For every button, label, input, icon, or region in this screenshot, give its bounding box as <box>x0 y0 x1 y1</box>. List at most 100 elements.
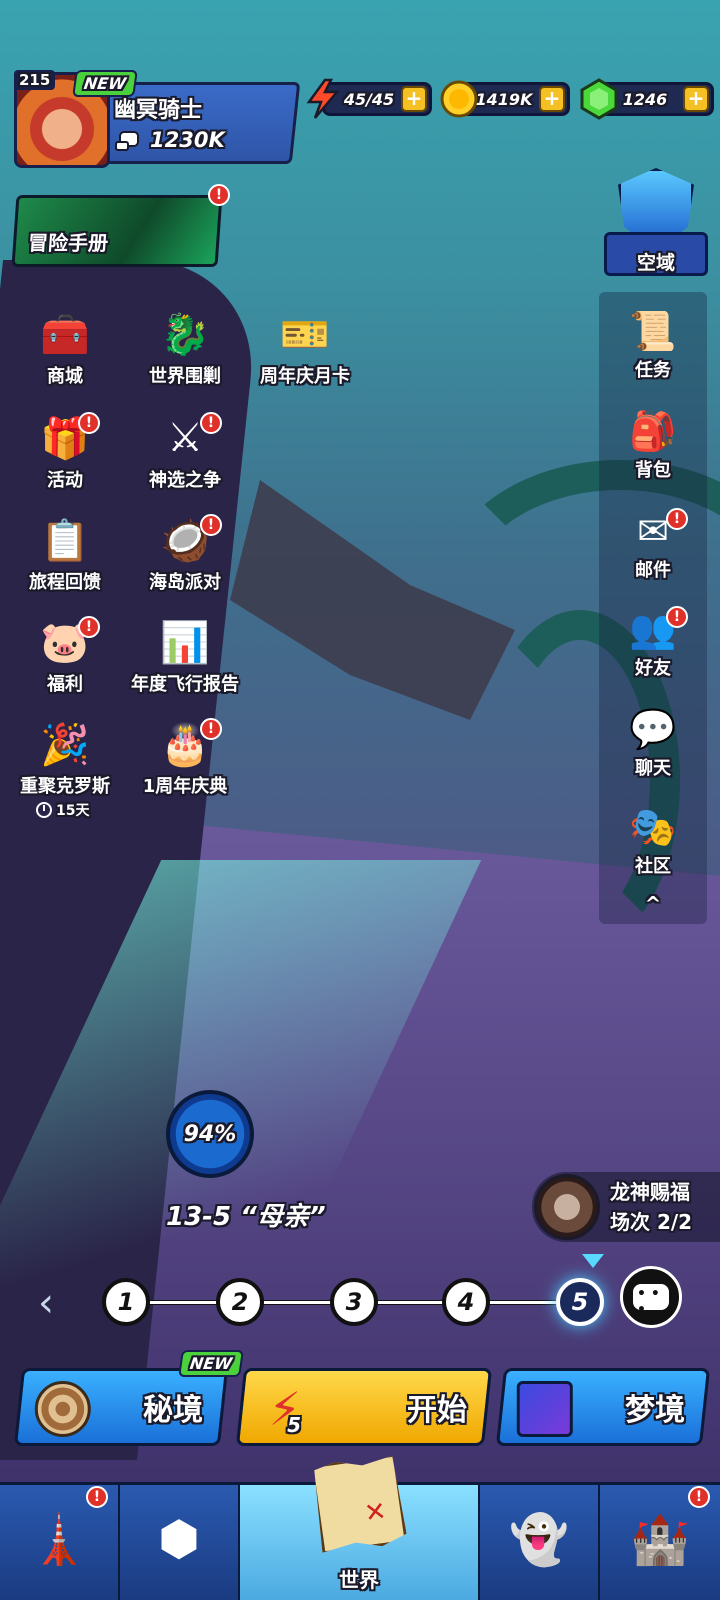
stage-stepper: 1 2 3 4 5 <box>100 1276 620 1328</box>
add-gold-button[interactable]: + <box>539 86 565 112</box>
nav-tab-world[interactable]: 世界 <box>240 1485 480 1600</box>
feature-journey-rewards[interactable]: 📋 旅程回馈 <box>0 512 130 602</box>
lightning-icon <box>302 78 344 120</box>
player-name: 幽冥骑士 <box>114 98 203 123</box>
alert-dot: ! <box>86 1486 108 1508</box>
stage-step[interactable]: 2 <box>216 1278 264 1326</box>
feature-annual-flight-report[interactable]: 📊 年度飞行报告 <box>120 614 250 704</box>
feature-events[interactable]: 🎁 活动 <box>0 410 130 500</box>
nav-tab-guild[interactable]: ⬢ <box>120 1485 240 1600</box>
feature-anniversary-monthly-card[interactable]: 🎫 周年庆月卡 <box>240 306 370 396</box>
energy-cost: 5 <box>287 1413 302 1437</box>
feature-reunion-cross[interactable]: 🎉 重聚克罗斯 <box>0 716 130 806</box>
feature-label: 福利 <box>47 674 83 695</box>
sidebar-item-label: 背包 <box>635 460 671 481</box>
sidebar-item-label: 邮件 <box>635 560 671 581</box>
chevron-left-icon[interactable]: ‹ <box>38 1283 60 1323</box>
feature-label: 旅程回馈 <box>29 572 101 593</box>
player-profile[interactable]: 215 NEW 幽冥骑士 1230K <box>14 70 301 168</box>
community-icon: 🎭 <box>629 804 677 849</box>
sidebar-item-chat[interactable]: 💬 聊天 <box>599 700 707 790</box>
add-gems-button[interactable]: + <box>683 86 709 112</box>
cards-icon <box>516 1381 573 1437</box>
alert-dot: ! <box>666 606 688 628</box>
feature-chosen-battle[interactable]: ⚔ 神选之争 <box>120 410 250 500</box>
report-icon: 📊 <box>160 619 210 666</box>
alert-dot: ! <box>688 1486 710 1508</box>
sky-zone-button[interactable]: 空域 <box>604 168 708 280</box>
heroes-icon: 👻 <box>509 1511 569 1568</box>
start-label: 开始 <box>407 1393 467 1428</box>
sidebar-item-friends[interactable]: 👥 好友 <box>599 600 707 690</box>
add-energy-button[interactable]: + <box>401 86 427 112</box>
sidebar-item-label: 任务 <box>635 360 671 381</box>
stage-step-active[interactable]: 5 <box>556 1278 604 1326</box>
current-step-pointer <box>582 1254 604 1268</box>
feature-label: 商城 <box>47 366 83 387</box>
stage-progress: 94% <box>166 1090 254 1178</box>
sidebar-item-backpack[interactable]: 🎒 背包 <box>599 402 707 492</box>
target-icon <box>34 1381 91 1437</box>
fist-icon <box>115 131 139 151</box>
gold-coin-icon <box>438 78 480 120</box>
alert-dot: ! <box>200 718 222 740</box>
sidebar-item-mail[interactable]: ✉ 邮件 <box>599 502 707 592</box>
alert-dot: ! <box>666 508 688 530</box>
power-value: 1230K <box>150 128 225 152</box>
stage-step[interactable]: 4 <box>442 1278 490 1326</box>
backpack-icon: 🎒 <box>629 408 677 453</box>
hexagon-emblem-icon: ⬢ <box>158 1511 200 1567</box>
nav-tab-label: 世界 <box>339 1568 379 1592</box>
dream-button[interactable]: 梦境 <box>495 1368 711 1446</box>
sidebar-item-community[interactable]: 🎭 社区 <box>599 798 707 888</box>
lightning-icon: ⚡ <box>268 1382 301 1436</box>
nav-tab-heroes[interactable]: 👻 <box>480 1485 600 1600</box>
gold-card-icon: 🎫 <box>280 311 330 358</box>
dragon-orb-icon <box>534 1174 600 1240</box>
sidebar-item-label: 好友 <box>635 658 671 679</box>
dream-label: 梦境 <box>625 1393 685 1428</box>
clipboard-icon: 📋 <box>40 517 90 564</box>
stage-title: 13-5 “母亲” <box>166 1202 326 1232</box>
feature-label: 周年庆月卡 <box>260 366 350 387</box>
feature-island-party[interactable]: 🥥 海岛派对 <box>120 512 250 602</box>
adventure-book-button[interactable]: 冒险手册 <box>11 195 223 267</box>
treasure-map-icon <box>310 1453 408 1554</box>
feature-shop[interactable]: 🧰 商城 <box>0 306 130 396</box>
feature-label: 1周年庆典 <box>142 776 228 797</box>
alert-dot: ! <box>200 514 222 536</box>
feature-label: 神选之争 <box>149 470 221 491</box>
bottom-nav: 🗼 ⬢ 世界 👻 🏰 <box>0 1482 720 1600</box>
alert-dot: ! <box>208 184 230 206</box>
dragon-icon: 🐉 <box>160 311 210 358</box>
alert-dot: ! <box>78 616 100 638</box>
sidebar-collapse-button[interactable]: ^ <box>599 892 707 916</box>
timer-value: 15天 <box>56 803 90 819</box>
feature-welfare[interactable]: 🐷 福利 <box>0 614 130 704</box>
stage-step[interactable]: 3 <box>330 1278 378 1326</box>
dragon-blessing-button[interactable]: 龙神赐福 场次 2/2 <box>532 1172 720 1242</box>
start-button[interactable]: ⚡ 5 开始 <box>235 1368 493 1446</box>
chat-icon: 💬 <box>629 706 677 751</box>
feature-label: 活动 <box>47 470 83 491</box>
sidebar-item-label: 社区 <box>635 856 671 877</box>
right-sidebar: 📜 任务 🎒 背包 ✉ 邮件 👥 好友 💬 聊天 🎭 社区 ^ <box>599 292 707 924</box>
crystal-tower-icon: 🗼 <box>29 1511 89 1568</box>
new-badge: NEW <box>178 1350 244 1377</box>
treasure-chest-icon: 🧰 <box>40 311 90 358</box>
secret-realm-button[interactable]: 秘境 <box>13 1368 229 1446</box>
sidebar-item-label: 聊天 <box>635 758 671 779</box>
sky-zone-label: 空域 <box>636 252 675 274</box>
adventure-book-label: 冒险手册 <box>27 231 110 255</box>
alert-dot: ! <box>200 412 222 434</box>
feature-label: 世界围剿 <box>149 366 221 387</box>
alert-dot: ! <box>78 412 100 434</box>
castle-icon: 🏰 <box>630 1511 690 1568</box>
scroll-icon: 📜 <box>629 308 677 353</box>
feature-world-hunt[interactable]: 🐉 世界围剿 <box>120 306 250 396</box>
stage-step[interactable]: 1 <box>102 1278 150 1326</box>
feature-first-anniversary[interactable]: 🎂 1周年庆典 <box>120 716 250 806</box>
chat-bubble-button[interactable] <box>620 1266 682 1328</box>
green-gem-icon <box>578 78 620 120</box>
sidebar-item-quests[interactable]: 📜 任务 <box>599 302 707 392</box>
